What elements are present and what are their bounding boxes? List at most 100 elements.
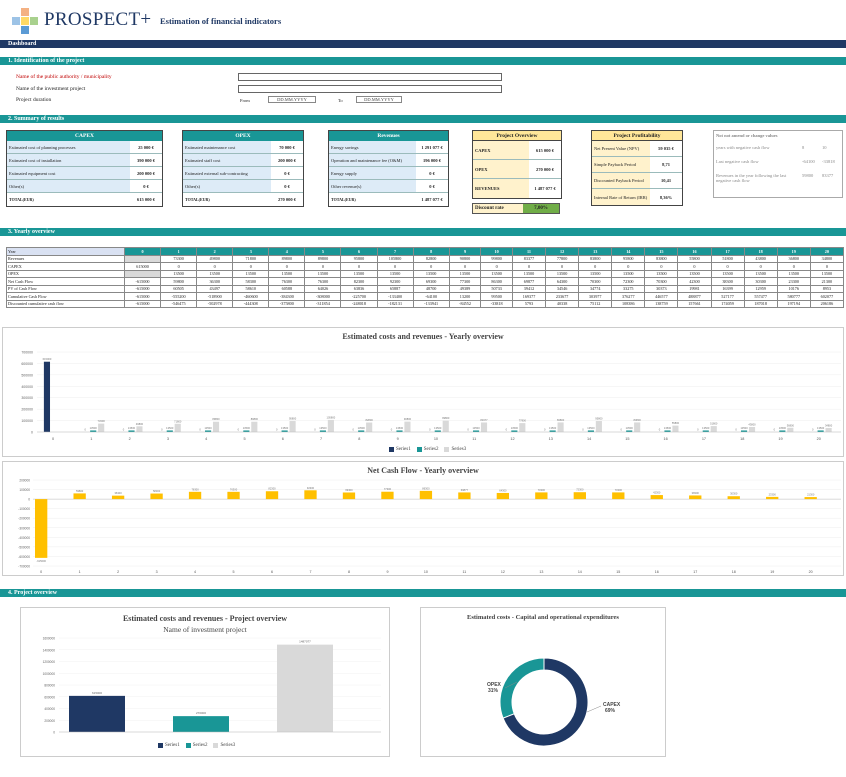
- authority-input[interactable]: [238, 73, 502, 81]
- revenues-row-value[interactable]: 196 000 €: [416, 158, 448, 163]
- overview-row-label: OPEX: [473, 160, 529, 178]
- to-date-input[interactable]: DD.MM.YYYY: [356, 96, 402, 103]
- data-label: 1487077: [299, 640, 311, 644]
- chart3-legend: Series1 Series2 Series3: [158, 743, 235, 748]
- y-tick-label: 100000: [19, 488, 30, 492]
- opex-row-value[interactable]: 0 €: [271, 184, 303, 189]
- bar-series3: [480, 422, 488, 432]
- bar-series3: [366, 422, 373, 432]
- data-label: 13500: [166, 426, 174, 430]
- table-cell: 82800: [412, 254, 450, 263]
- opex-row-value[interactable]: 200 000 €: [271, 158, 303, 163]
- data-label: 77800: [519, 419, 527, 423]
- cash-flow-bar: [766, 496, 779, 500]
- bar-series3: [634, 422, 641, 432]
- legend-swatch: [416, 447, 422, 452]
- data-label: 83800: [634, 418, 642, 422]
- table-cell: 55800: [677, 254, 712, 263]
- table-cell: -460600: [232, 292, 270, 301]
- table-row: Net Cash Flow -615000 59800 36300 58300 76300…: [6, 277, 845, 286]
- y-tick-label: 100000: [21, 419, 33, 423]
- table-cell: -615000: [123, 299, 162, 308]
- cash-flow-bar: [35, 499, 48, 558]
- capex-row-value[interactable]: 200 000 €: [130, 171, 162, 176]
- revenues-row-value[interactable]: 0 €: [416, 184, 448, 189]
- x-tick-label: 16: [655, 570, 659, 574]
- bar-series1: [43, 361, 51, 432]
- legend-swatch: [389, 447, 394, 452]
- table-cell: 13500: [710, 269, 745, 278]
- table-cell: 13500: [340, 269, 378, 278]
- table-cell: 49800: [196, 254, 234, 263]
- chart2-svg: 200000 100000 0 -100000 -200000 -300000 -40000…: [18, 479, 841, 574]
- revenues-row-value[interactable]: 1 291 077 €: [416, 145, 448, 150]
- project-overview-title: Project Overview: [473, 131, 561, 141]
- table-cell: 19981: [677, 284, 712, 293]
- data-label: 30300: [730, 492, 738, 496]
- from-date-input[interactable]: DD.MM.YYYY: [268, 96, 316, 103]
- data-label: 49800: [136, 422, 144, 426]
- x-tick-label: 15: [625, 437, 629, 441]
- table-cell: 0: [232, 262, 270, 271]
- cash-flow-bar: [727, 496, 740, 500]
- capex-row-value[interactable]: 390 000 €: [130, 158, 162, 163]
- table-cell: 70300: [644, 277, 679, 286]
- data-label: 13500: [549, 426, 557, 430]
- table-cell: 60588: [268, 284, 306, 293]
- table-cell: 13500: [448, 269, 482, 278]
- year-header-cell: 12: [545, 247, 580, 256]
- data-label: 76300: [191, 487, 199, 491]
- table-cell: 13500: [268, 269, 306, 278]
- cash-flow-bar: [188, 491, 202, 500]
- table-cell: 0: [160, 262, 198, 271]
- capex-row-label: Estimated equipment cost: [7, 167, 130, 179]
- data-label: 13500: [243, 426, 251, 430]
- table-cell: 0: [448, 262, 482, 271]
- data-label: 77300: [384, 487, 392, 491]
- opex-row-value[interactable]: 0 €: [271, 171, 303, 176]
- project-overview-card: Project Overview CAPEX 615 000 € OPEX 270 …: [472, 130, 562, 199]
- capex-row-label: Other(s): [7, 180, 130, 192]
- bar-capex: [69, 695, 125, 732]
- table-cell: 13500: [304, 269, 342, 278]
- table-cell: 138759: [644, 299, 679, 308]
- data-label: 64300: [499, 488, 507, 492]
- capex-row-value[interactable]: 25 000 €: [130, 145, 162, 150]
- table-cell: 0: [268, 262, 306, 271]
- helper-label: Last negative cash flow: [716, 159, 759, 164]
- table-cell: 0: [611, 262, 646, 271]
- data-label: 76300: [230, 487, 238, 491]
- table-cell: 90800: [448, 254, 482, 263]
- cash-flow-bar: [458, 492, 471, 500]
- y-tick-label: -100000: [18, 507, 30, 511]
- project-name-input[interactable]: [238, 85, 502, 93]
- capex-row-value[interactable]: 0 €: [130, 184, 162, 189]
- opex-row-label: Estimated maintenance cost: [183, 141, 271, 153]
- revenues-row-value[interactable]: 0 €: [416, 171, 448, 176]
- capex-row-label: Estimated cost of installation: [7, 154, 130, 166]
- discount-rate-value[interactable]: 7,00%: [523, 204, 559, 213]
- chart3-svg: 0 200000 400000 600000 800000 1000000 1200000 1…: [43, 637, 381, 735]
- data-label: 0: [199, 428, 201, 432]
- profitability-row-label: Net Present Value (NPV): [592, 141, 650, 156]
- y-tick-label: -700000: [18, 565, 30, 569]
- x-tick-label: 3: [167, 437, 169, 441]
- x-tick-label: 5: [243, 437, 245, 441]
- row-label: Year: [6, 247, 125, 256]
- bar-series3: [557, 422, 564, 432]
- bar-series3: [98, 423, 105, 432]
- data-label: 0: [238, 428, 240, 432]
- table-cell: -308000: [304, 292, 342, 301]
- table-cell: 615000: [123, 262, 162, 271]
- project-profitability-card: Project Profitability Net Present Value …: [591, 130, 683, 206]
- y-tick-label: 0: [31, 431, 33, 435]
- table-cell: 0: [511, 262, 547, 271]
- data-label: 13500: [664, 426, 672, 430]
- year-header-cell: 8: [412, 247, 450, 256]
- year-header-cell: 17: [710, 247, 745, 256]
- data-label: 0: [391, 428, 393, 432]
- data-label: -615000: [36, 559, 46, 563]
- opex-row-value[interactable]: 70 000 €: [271, 145, 303, 150]
- bar-series3: [519, 423, 526, 432]
- table-cell: 13500: [196, 269, 234, 278]
